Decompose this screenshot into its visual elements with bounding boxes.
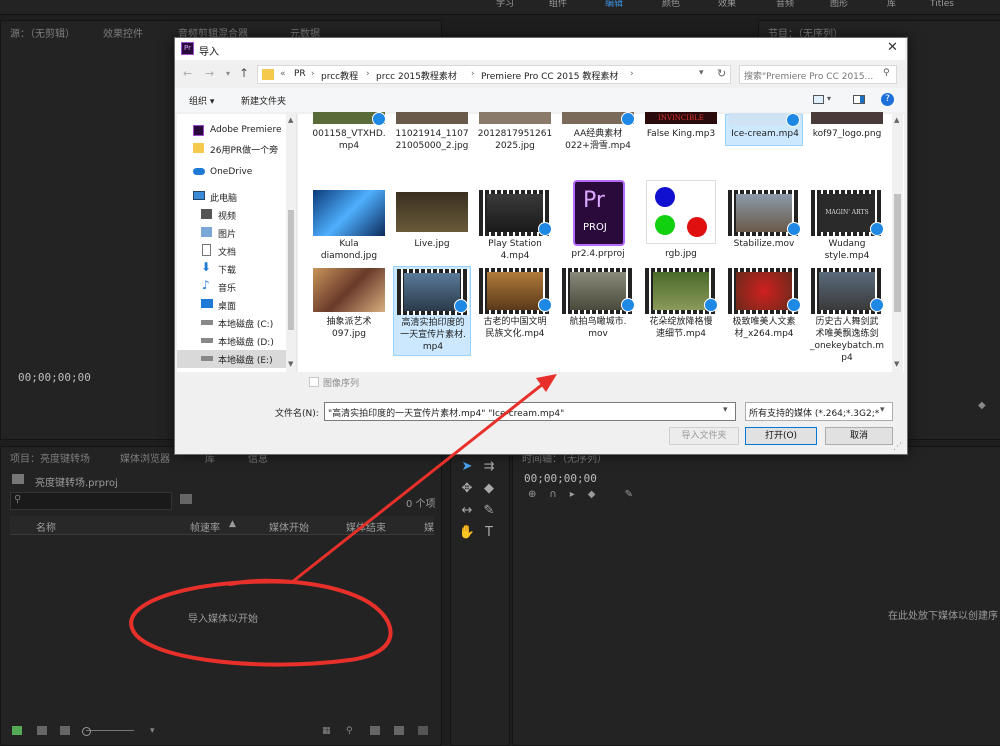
annotation-arrow-head [536, 374, 557, 392]
annotation-ellipse [129, 578, 393, 667]
annotation-arrow-line [291, 378, 549, 584]
annotation-overlay [129, 374, 557, 667]
